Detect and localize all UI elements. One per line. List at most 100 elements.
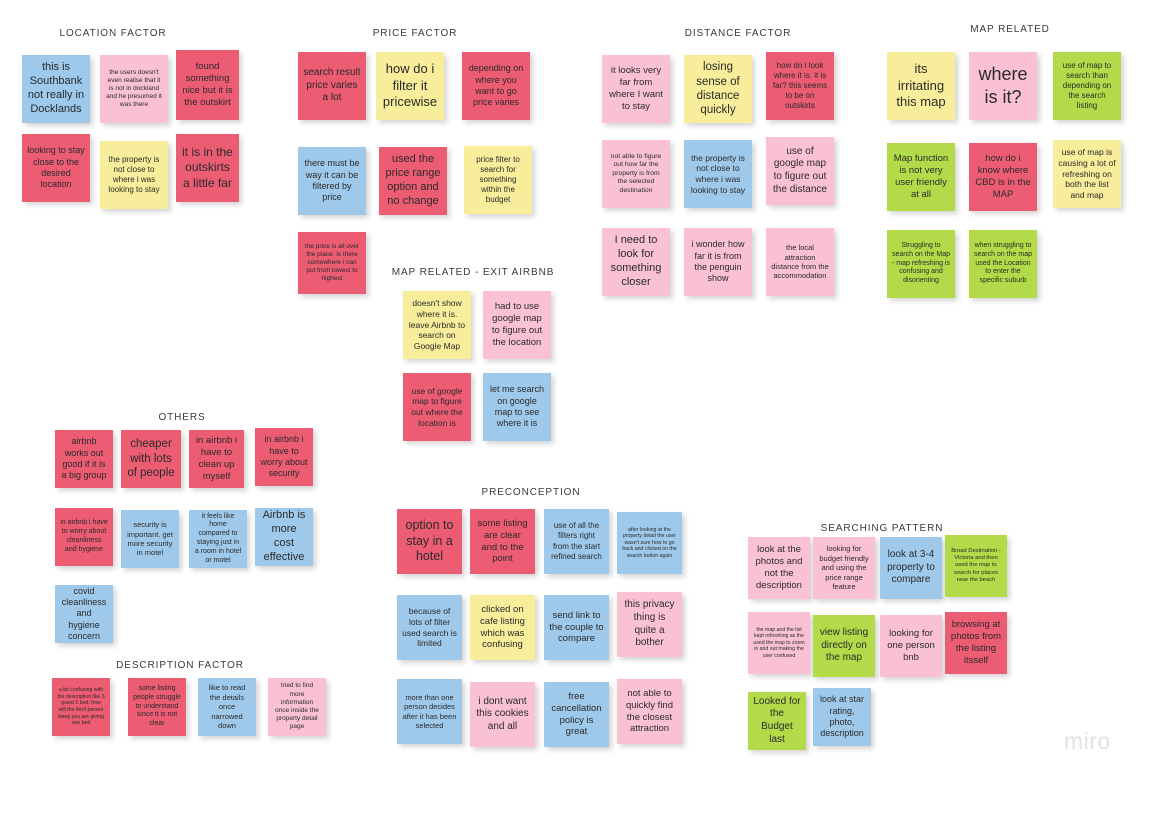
sticky-note-text: some listing are clear and to the point	[477, 517, 528, 565]
sticky-note-text: there must be way it can be filtered by …	[304, 158, 360, 203]
sticky-note[interactable]: Looked for the Budget last	[748, 692, 806, 750]
sticky-note[interactable]: use of map is causing a lot of refreshin…	[1053, 140, 1121, 208]
sticky-note[interactable]: Struggling to search on the Map - map re…	[887, 230, 955, 298]
sticky-note[interactable]: the property is not close to where i was…	[684, 140, 752, 208]
sticky-note-text: the users doesn't even realise that it i…	[106, 68, 162, 109]
miro-board-canvas[interactable]: LOCATION FACTOR this is Southbank not rea…	[0, 0, 1158, 814]
sticky-note[interactable]: depending on where you want to go price …	[462, 52, 530, 120]
sticky-note[interactable]: price filter to search for something wit…	[464, 146, 532, 214]
section-title-preconception: PRECONCEPTION	[481, 487, 581, 498]
section-title-map-related: MAP RELATED	[970, 24, 1050, 35]
sticky-note[interactable]: looking for budget friendly and using th…	[813, 537, 875, 599]
sticky-note-text: when struggling to search on the map use…	[974, 241, 1032, 285]
sticky-note[interactable]: look at star rating, photo, description	[813, 688, 871, 746]
sticky-note[interactable]: losing sense of distance quickly	[684, 55, 752, 123]
sticky-note[interactable]: its irritating this map	[887, 52, 955, 120]
sticky-note[interactable]: it is in the outskirts a little far	[176, 134, 239, 202]
sticky-note[interactable]: not able to figure out how far the prope…	[602, 140, 670, 208]
section-title-others: OTHERS	[158, 412, 206, 423]
sticky-note[interactable]: this privacy thing is quite a bother	[617, 592, 682, 657]
sticky-note[interactable]: looking for one person bnb	[880, 615, 942, 677]
sticky-note[interactable]: where is it?	[969, 52, 1037, 120]
sticky-note[interactable]: Map function is not very user friendly a…	[887, 143, 955, 211]
sticky-note[interactable]: the users doesn't even realise that it i…	[100, 55, 168, 123]
sticky-note[interactable]: more than one person decides after it ha…	[397, 679, 462, 744]
sticky-note-text: losing sense of distance quickly	[696, 61, 740, 117]
sticky-note-text: this privacy thing is quite a bother	[624, 599, 675, 649]
sticky-note[interactable]: send link to the couple to compare	[544, 595, 609, 660]
sticky-note[interactable]: used the price range option and no chang…	[379, 147, 447, 215]
sticky-note[interactable]: in airbnb i have to worry about security	[255, 428, 313, 486]
sticky-note-text: use of map is causing a lot of refreshin…	[1058, 147, 1116, 201]
sticky-note-text: search result price varies a lot	[303, 67, 361, 104]
section-title-searching-pattern: SEARCHING PATTERN	[820, 523, 944, 534]
sticky-note[interactable]: it looks very far from where I want to s…	[602, 55, 670, 123]
sticky-note[interactable]: how do i look where it is. it is far? th…	[766, 52, 834, 120]
sticky-note-text: security is important. get more security…	[127, 520, 173, 558]
sticky-note[interactable]: because of lots of filter used search is…	[397, 595, 462, 660]
sticky-note[interactable]: Broad Destination - Victoria and then us…	[945, 535, 1007, 597]
sticky-note[interactable]: view listing directly on the map	[813, 615, 875, 677]
sticky-note[interactable]: the local attraction distance from the a…	[766, 228, 834, 296]
sticky-note[interactable]: the price is all over the place. is ther…	[298, 232, 366, 294]
sticky-note[interactable]: i dont want this cookies and all	[470, 682, 535, 747]
sticky-note[interactable]: browsing at photos from the listing itss…	[945, 612, 1007, 674]
sticky-note[interactable]: how do i filter it pricewise	[376, 52, 444, 120]
sticky-note-text: its irritating this map	[896, 61, 946, 110]
sticky-note[interactable]: some listing are clear and to the point	[470, 509, 535, 574]
sticky-note-text: use of google map to figure out where th…	[411, 385, 463, 428]
sticky-note-text: Looked for the Budget last	[753, 695, 801, 745]
sticky-note[interactable]: had to use google map to figure out the …	[483, 291, 551, 359]
sticky-note[interactable]: after looking at the property detail the…	[617, 512, 682, 574]
sticky-note[interactable]: not able to quickly find the closest att…	[617, 679, 682, 744]
sticky-note[interactable]: I need to look for something closer	[602, 228, 670, 296]
sticky-note[interactable]: search result price varies a lot	[298, 52, 366, 120]
sticky-note[interactable]: look at the photos and not the descripti…	[748, 537, 810, 599]
sticky-note-text: Airbnb is more cost effective	[262, 509, 306, 563]
sticky-note[interactable]: the property is not close to where i was…	[100, 141, 168, 209]
sticky-note-text: in airbnb i have to worry about security	[260, 434, 308, 479]
sticky-note-text: it looks very far from where I want to s…	[609, 65, 663, 112]
sticky-note[interactable]: tried to find more information once insi…	[268, 678, 326, 736]
sticky-note-text: a bit confusing with the description lik…	[57, 687, 105, 727]
sticky-note[interactable]: use of map to search than depending on t…	[1053, 52, 1121, 120]
sticky-note-text: airbnb works out good if it is a big gro…	[61, 436, 107, 481]
sticky-note[interactable]: use of google map to figure out where th…	[403, 373, 471, 441]
sticky-note[interactable]: option to stay in a hotel	[397, 509, 462, 574]
sticky-note-text: this is Southbank not really in Dockland…	[27, 61, 85, 115]
sticky-note[interactable]: how do i know where CBD is in the MAP	[969, 143, 1037, 211]
sticky-note-text: use of map to search than depending on t…	[1062, 60, 1112, 111]
sticky-note[interactable]: like to read the details once narrowed d…	[198, 678, 256, 736]
sticky-note-text: where is it?	[978, 64, 1028, 107]
sticky-note[interactable]: doesn't show where it is. leave Airbnb t…	[403, 291, 471, 359]
sticky-note[interactable]: use of google map to figure out the dist…	[766, 137, 834, 205]
sticky-note[interactable]: there must be way it can be filtered by …	[298, 147, 366, 215]
sticky-note[interactable]: some listing people struggle to understa…	[128, 678, 186, 736]
sticky-note-text: price filter to search for something wit…	[476, 154, 520, 205]
sticky-note-text: free cancellation policy is great	[551, 690, 602, 738]
sticky-note[interactable]: found something nice but it is the outsk…	[176, 50, 239, 120]
sticky-note[interactable]: security is important. get more security…	[121, 510, 179, 568]
sticky-note[interactable]: Airbnb is more cost effective	[255, 508, 313, 566]
sticky-note[interactable]: in airbnb i have to clean up myself	[189, 430, 244, 488]
sticky-note[interactable]: free cancellation policy is great	[544, 682, 609, 747]
sticky-note[interactable]: looking to stay close to the desired loc…	[22, 134, 90, 202]
sticky-note-text: it is in the outskirts a little far	[182, 145, 233, 190]
sticky-note[interactable]: let me search on google map to see where…	[483, 373, 551, 441]
sticky-note-text: let me search on google map to see where…	[489, 384, 545, 429]
sticky-note[interactable]: look at 3-4 property to compare	[880, 537, 942, 599]
sticky-note[interactable]: when struggling to search on the map use…	[969, 230, 1037, 298]
sticky-note-text: after looking at the property detail the…	[622, 526, 677, 559]
sticky-note[interactable]: airbnb works out good if it is a big gro…	[55, 430, 113, 488]
sticky-note[interactable]: i wonder how far it is from the penguin …	[684, 228, 752, 296]
sticky-note-text: Map function is not very user friendly a…	[893, 153, 949, 200]
sticky-note[interactable]: in airbnb i have to worry about cleanlin…	[55, 508, 113, 566]
sticky-note[interactable]: a bit confusing with the description lik…	[52, 678, 110, 736]
sticky-note[interactable]: clicked on cafe listing which was confus…	[470, 595, 535, 660]
sticky-note[interactable]: cheaper with lots of people	[121, 430, 181, 488]
sticky-note[interactable]: this is Southbank not really in Dockland…	[22, 55, 90, 123]
sticky-note[interactable]: it feels like home compared to staying j…	[189, 510, 247, 568]
sticky-note[interactable]: use of all the filters right from the st…	[544, 509, 609, 574]
sticky-note[interactable]: covid cleanliness and hygiene concern	[55, 585, 113, 643]
sticky-note[interactable]: the map and the list kept refreshing as …	[748, 612, 810, 674]
